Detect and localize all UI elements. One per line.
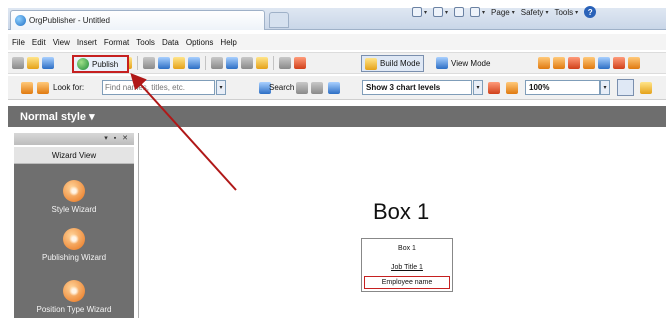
sibling-icon[interactable] (553, 57, 565, 69)
paste-icon[interactable] (173, 57, 185, 69)
box-name: Box 1 (398, 245, 416, 252)
box-icon[interactable] (538, 57, 550, 69)
level-icon[interactable] (311, 82, 323, 94)
assistant-icon[interactable] (583, 57, 595, 69)
new-tab-button[interactable] (269, 12, 289, 28)
chart-levels-dropdown[interactable]: ▾ (473, 80, 483, 95)
menu-tools[interactable]: Tools (136, 38, 155, 47)
search-history-dropdown[interactable]: ▾ (216, 80, 226, 95)
menu-view[interactable]: View (53, 38, 70, 47)
view-mode-button[interactable]: View Mode (436, 57, 490, 69)
search-button[interactable]: Search (269, 83, 294, 92)
position-type-wizard-icon (63, 280, 85, 302)
publish-icon (77, 58, 89, 70)
more-icon[interactable] (628, 57, 640, 69)
zoom-in-icon[interactable] (506, 82, 518, 94)
chart-icon[interactable] (256, 57, 268, 69)
move-up-icon[interactable] (598, 57, 610, 69)
panel-controls[interactable]: ▾ ▪ ✕ (104, 134, 130, 142)
undo-icon[interactable] (188, 57, 200, 69)
chart-title: Box 1 (373, 199, 430, 224)
subordinate-icon[interactable] (568, 57, 580, 69)
publishing-wizard-label: Publishing Wizard (41, 253, 107, 262)
binoculars-icon[interactable] (296, 82, 308, 94)
build-mode-label: Build Mode (380, 59, 421, 68)
canvas-divider (138, 133, 139, 318)
people-icon[interactable] (21, 82, 33, 94)
toolbar-right-group (538, 57, 640, 69)
menu-bar: File Edit View Insert Format Tools Data … (8, 34, 666, 50)
feeds-button[interactable]: ▾ (433, 7, 448, 17)
browser-tab[interactable]: OrgPublisher - Untitled (10, 10, 265, 30)
style-selector[interactable]: Normal style ▾ (20, 110, 95, 123)
new-icon[interactable] (12, 57, 24, 69)
search-input[interactable] (102, 80, 215, 95)
view-mode-icon (436, 57, 448, 69)
menu-help[interactable]: Help (220, 38, 236, 47)
find-icon[interactable] (226, 57, 238, 69)
job-title: Job Title 1 (391, 264, 423, 271)
open-icon[interactable] (27, 57, 39, 69)
home-icon (412, 7, 422, 17)
publishing-wizard-item[interactable]: Publishing Wizard (14, 228, 134, 262)
publish-label: Publish (92, 59, 119, 69)
look-for-label: Look for: (53, 83, 85, 92)
menu-insert[interactable]: Insert (77, 38, 97, 47)
style-icon[interactable] (640, 82, 652, 94)
toolbar-divider (137, 56, 138, 70)
view-mode-label: View Mode (451, 58, 491, 68)
style-wizard-label: Style Wizard (51, 205, 97, 214)
home-button[interactable]: ▾ (412, 7, 427, 17)
chevron-down-icon: ▾ (86, 111, 95, 123)
select-tool-button[interactable] (617, 79, 634, 96)
properties-icon[interactable] (241, 57, 253, 69)
mail-icon (454, 7, 465, 17)
employee-name[interactable]: Employee name (364, 276, 450, 289)
menu-format[interactable]: Format (104, 38, 129, 47)
chart-levels-select[interactable]: Show 3 chart levels (362, 80, 472, 95)
menu-edit[interactable]: Edit (32, 38, 46, 47)
orgpublisher-icon (15, 15, 26, 26)
delete-icon[interactable] (613, 57, 625, 69)
tools-menu[interactable]: Tools ▾ (554, 8, 578, 17)
zoom-select[interactable]: 100% (525, 80, 600, 95)
wizard-panel-header: ▾ ▪ ✕ (14, 133, 134, 145)
menu-options[interactable]: Options (186, 38, 214, 47)
safety-menu[interactable]: Safety ▾ (521, 8, 549, 17)
menu-file[interactable]: File (12, 38, 25, 47)
link-icon[interactable] (294, 57, 306, 69)
filter-icon[interactable] (279, 57, 291, 69)
menu-data[interactable]: Data (162, 38, 179, 47)
cut-icon[interactable] (143, 57, 155, 69)
browser-command-bar: ▾ ▾ ▾ Page ▾ Safety ▾ Tools ▾ ? (412, 6, 597, 18)
print-button[interactable]: ▾ (470, 7, 485, 17)
zoom-dropdown[interactable]: ▾ (600, 80, 610, 95)
toolbar-divider (205, 56, 206, 70)
bar-chart-icon[interactable] (488, 82, 500, 94)
toolbar-divider (273, 56, 274, 70)
style-bar (8, 106, 666, 127)
wizard-panel-title: Wizard View (14, 147, 134, 164)
build-mode-icon (365, 57, 377, 70)
save-icon[interactable] (42, 57, 54, 69)
style-wizard-item[interactable]: Style Wizard (14, 180, 134, 214)
page-menu[interactable]: Page ▾ (491, 8, 515, 17)
tree-icon[interactable] (328, 82, 340, 94)
style-wizard-icon (63, 180, 85, 202)
print-preview-icon[interactable] (211, 57, 223, 69)
position-type-wizard-label: Position Type Wizard (36, 305, 112, 314)
mail-button[interactable] (454, 7, 465, 17)
help-icon[interactable]: ? (584, 6, 597, 18)
tab-title: OrgPublisher - Untitled (29, 16, 110, 25)
publishing-wizard-icon (63, 228, 85, 250)
position-type-wizard-item[interactable]: Position Type Wizard (14, 280, 134, 314)
build-mode-button[interactable]: Build Mode (361, 55, 425, 72)
feeds-icon (433, 7, 444, 17)
copy-icon[interactable] (158, 57, 170, 69)
print-icon (470, 7, 481, 17)
person-icon[interactable] (37, 82, 49, 94)
publish-button[interactable]: Publish (72, 55, 129, 73)
